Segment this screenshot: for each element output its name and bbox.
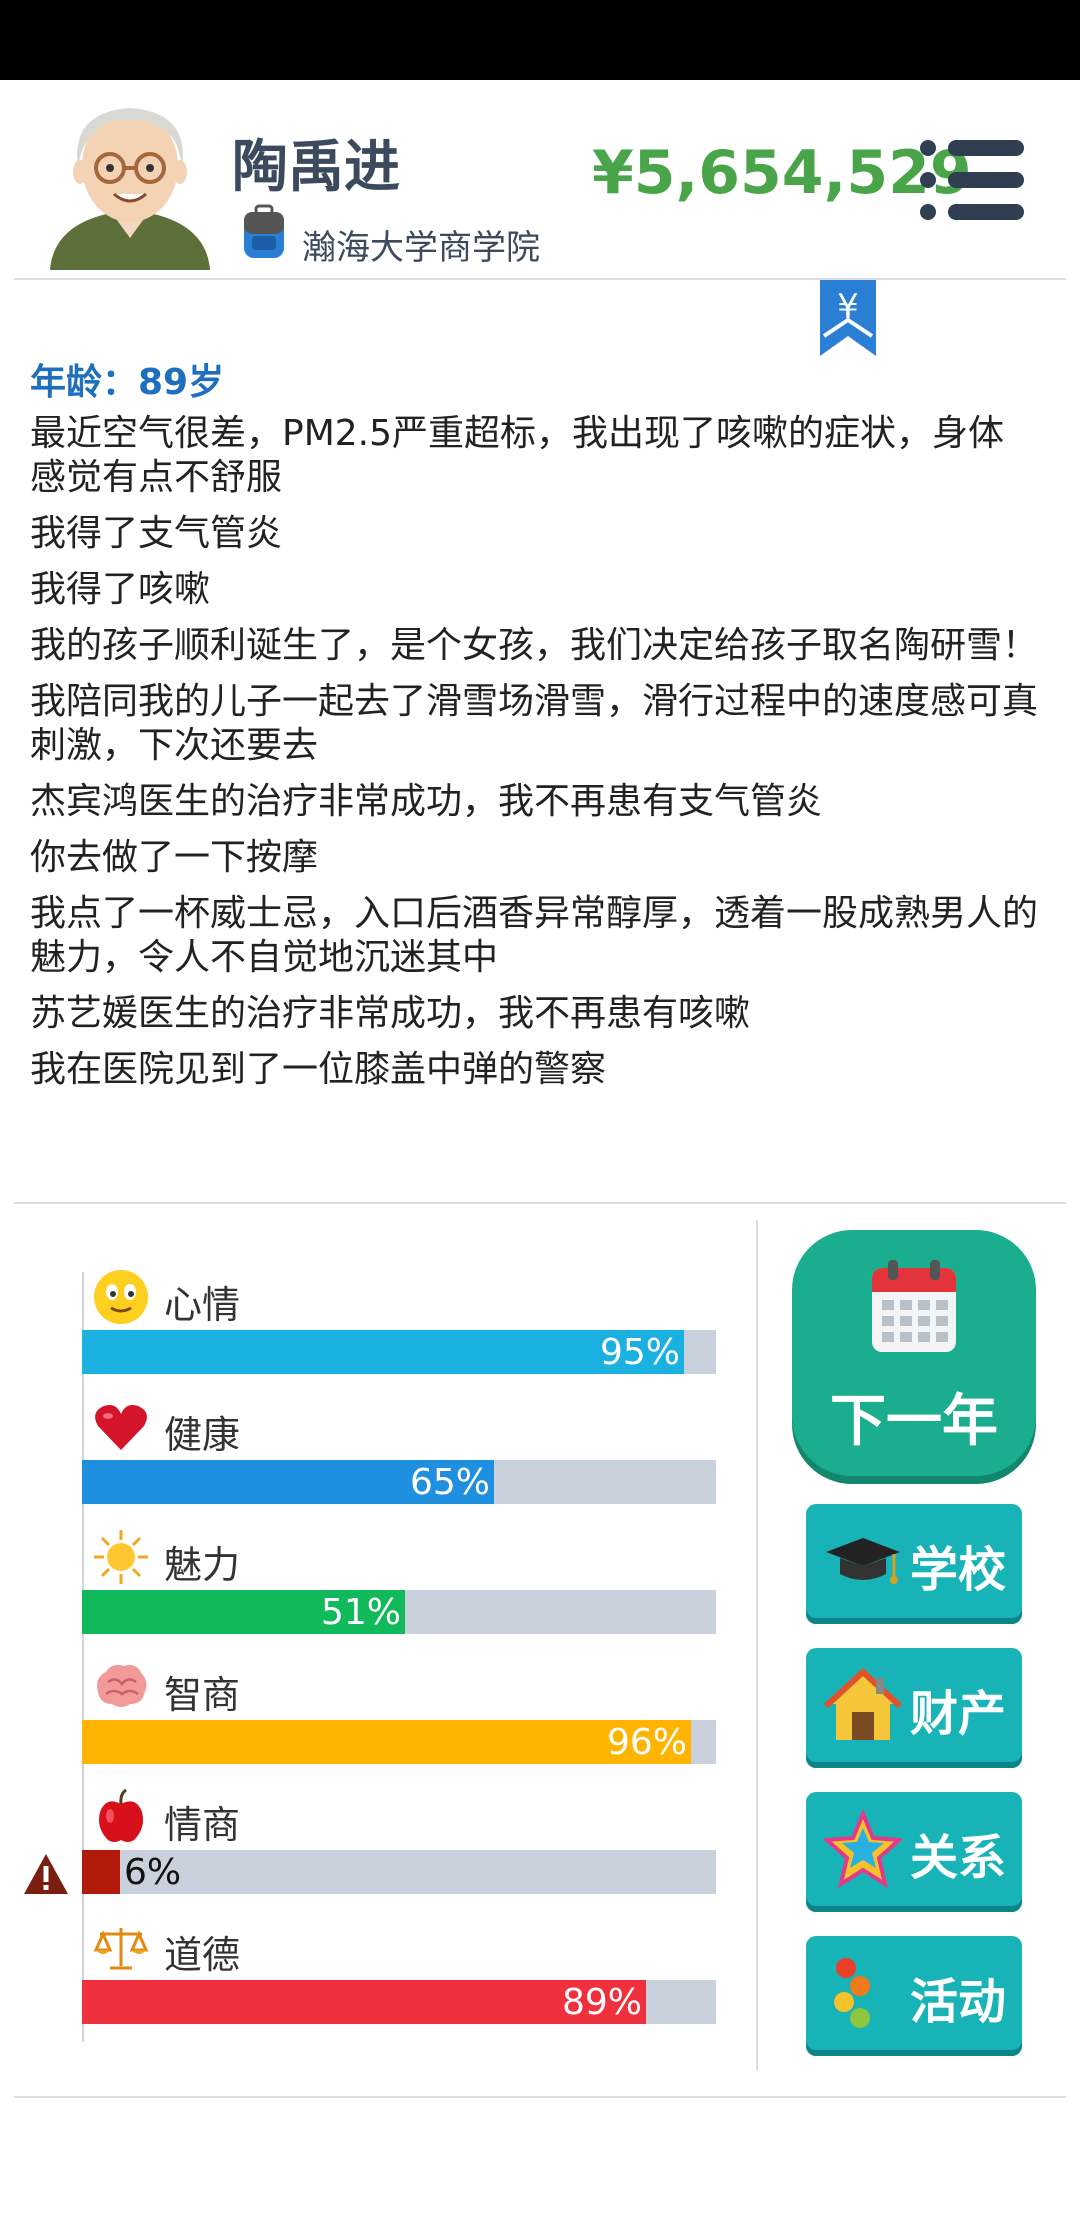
stat-percent: 6% <box>124 1852 182 1893</box>
graduation-cap-icon <box>826 1538 900 1584</box>
menu-button[interactable] <box>920 138 1024 222</box>
property-button[interactable]: 财产 <box>806 1648 1022 1762</box>
stat-label: 智商 <box>164 1673 241 1717</box>
activities-label: 活动 <box>910 1974 1007 2030</box>
yen-bookmark-icon[interactable]: ¥ <box>820 280 876 356</box>
log-entry: 最近空气很差，PM2.5严重超标，我出现了咳嗽的症状，身体感觉有点不舒服 <box>30 413 1005 498</box>
menu-icon <box>920 140 936 156</box>
avatar <box>50 108 210 270</box>
divider <box>14 278 1066 280</box>
stat-track: 95% <box>82 1330 716 1374</box>
stat-mood: 心情 95% <box>0 1268 740 1398</box>
stat-iq: 智商 96% <box>0 1658 740 1788</box>
log-entry: 你去做了一下按摩 <box>30 837 319 878</box>
stat-fill <box>82 1330 684 1374</box>
stat-health: 健康 65% <box>0 1398 740 1528</box>
heart-icon <box>95 1405 147 1450</box>
stat-percent: 95% <box>599 1332 680 1373</box>
log-entry: 我得了咳嗽 <box>30 569 211 610</box>
stat-fill <box>82 1720 691 1764</box>
status-bar <box>0 0 1080 80</box>
school-name: 瀚海大学商学院 <box>302 228 540 268</box>
smiley-icon <box>94 1270 148 1324</box>
stat-label: 健康 <box>164 1413 241 1457</box>
brain-icon <box>97 1664 147 1707</box>
log-entry: 我的孩子顺利诞生了，是个女孩，我们决定给孩子取名陶研雪！ <box>30 625 1039 666</box>
stat-eq: 情商 6% <box>0 1788 740 1918</box>
stat-track: 51% <box>82 1590 716 1634</box>
stat-label: 道德 <box>164 1933 241 1977</box>
apple-icon <box>99 1788 143 1842</box>
next-year-button[interactable]: 下一年 <box>792 1230 1036 1476</box>
stat-label: 情商 <box>164 1803 241 1847</box>
activities-button[interactable]: 活动 <box>806 1936 1022 2050</box>
divider <box>14 1202 1066 1204</box>
stat-charm: 魅力 51% <box>0 1528 740 1658</box>
scale-icon <box>93 1928 149 1970</box>
stat-track: 96% <box>82 1720 716 1764</box>
house-icon <box>824 1667 902 1740</box>
stat-percent: 65% <box>409 1462 490 1503</box>
log-entry: 我在医院见到了一位膝盖中弹的警察 <box>30 1049 607 1090</box>
stat-morality: 道德 89% <box>0 1918 740 2048</box>
stats-panel: 心情 95% 健康 65% 魅力 51% 智商 96% 情商 6% 道德 89% <box>0 1216 740 2056</box>
relations-button[interactable]: 关系 <box>806 1792 1022 1906</box>
divider <box>14 2096 1066 2098</box>
event-log: 年龄：89岁 最近空气很差，PM2.5严重超标，我出现了咳嗽的症状，身体感觉有点… <box>30 358 1040 1104</box>
profile-header: 陶禹进 瀚海大学商学院 ¥5,654,529 <box>0 80 1080 280</box>
stat-track: 65% <box>82 1460 716 1504</box>
school-button[interactable]: 学校 <box>806 1504 1022 1618</box>
stat-label: 魅力 <box>164 1543 241 1587</box>
vertical-divider <box>756 1220 758 2070</box>
property-label: 财产 <box>910 1686 1007 1742</box>
stat-label: 心情 <box>164 1283 241 1327</box>
next-year-label: 下一年 <box>830 1389 998 1454</box>
stat-percent: 89% <box>561 1982 642 2023</box>
stat-percent: 96% <box>606 1722 687 1763</box>
money-balance: ¥5,654,529 <box>592 138 972 208</box>
log-entry: 苏艺媛医生的治疗非常成功，我不再患有咳嗽 <box>30 993 751 1034</box>
backpack-icon <box>244 204 284 258</box>
log-entry: 杰宾鸿医生的治疗非常成功，我不再患有支气管炎 <box>30 781 823 822</box>
log-entry: 我得了支气管炎 <box>30 513 283 554</box>
log-entry: 我陪同我的儿子一起去了滑雪场滑雪，滑行过程中的速度感可真刺激，下次还要去 <box>30 681 1039 766</box>
stat-fill <box>82 1850 120 1894</box>
star-icon <box>824 1810 902 1888</box>
character-name: 陶禹进 <box>232 135 400 200</box>
log-entry: 我点了一杯威士忌，入口后酒香异常醇厚，透着一股成熟男人的魅力，令人不自觉地沉迷其… <box>30 893 1039 978</box>
activities-icon <box>834 1958 870 2028</box>
stat-percent: 51% <box>320 1592 401 1633</box>
stat-track: 6% <box>82 1850 716 1894</box>
relations-label: 关系 <box>910 1830 1007 1886</box>
stat-track: 89% <box>82 1980 716 2024</box>
warning-icon <box>24 1854 68 1894</box>
age-heading: 年龄：89岁 <box>30 362 225 403</box>
calendar-icon <box>872 1260 956 1352</box>
sun-icon <box>94 1530 148 1584</box>
school-label: 学校 <box>910 1542 1007 1598</box>
